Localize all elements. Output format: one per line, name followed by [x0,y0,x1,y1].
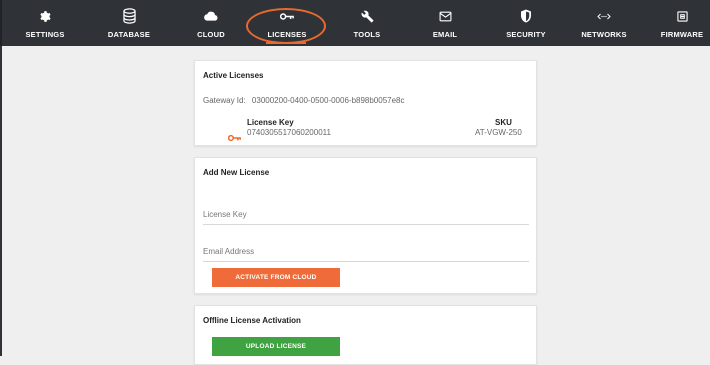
sku-value: AT-VGW-250 [475,128,522,137]
add-license-card: Add New License License Key Email Addres… [194,157,537,294]
nav-firmware-label: FIRMWARE [660,30,704,39]
offline-activation-title: Offline License Activation [203,316,301,325]
nav-security[interactable]: SECURITY [494,0,558,46]
nav-firmware[interactable]: FIRMWARE [652,0,710,46]
gear-icon [39,5,52,27]
nav-email-label: EMAIL [432,30,458,39]
nav-settings-label: SETTINGS [25,30,65,39]
nav-cloud[interactable]: CLOUD [182,0,240,46]
add-license-title: Add New License [203,168,270,177]
wrench-icon [361,5,374,27]
license-key-value: 0740305517060200011 [247,128,331,137]
gateway-id-row: Gateway Id: 03000200-0400-0500-0006-b898… [203,96,405,105]
offline-activation-card: Offline License Activation UPLOAD LICENS… [194,305,537,365]
left-edge-rule [0,46,2,356]
activate-from-cloud-button[interactable]: ACTIVATE FROM CLOUD [212,268,340,287]
email-icon [439,5,452,27]
nav-database[interactable]: DATABASE [100,0,158,46]
nav-email[interactable]: EMAIL [416,0,474,46]
key-icon [279,5,295,27]
nav-security-label: SECURITY [506,30,546,39]
nav-cloud-label: CLOUD [197,30,225,39]
upload-license-button[interactable]: UPLOAD LICENSE [212,337,340,356]
active-licenses-title: Active Licenses [203,71,264,80]
email-address-placeholder: Email Address [203,247,255,256]
cloud-icon [204,5,218,27]
license-key-header: License Key [247,118,294,127]
gateway-id-value: 03000200-0400-0500-0006-b898b0057e8c [251,96,405,105]
nav-database-label: DATABASE [107,30,151,39]
nav-networks[interactable]: NETWORKS [572,0,636,46]
top-nav-bar: SETTINGS DATABASE CLOUD LICENSES TOOLS E… [0,0,710,46]
nav-licenses[interactable]: LICENSES [258,0,316,46]
license-key-input[interactable]: License Key [203,208,529,225]
nav-tools-label: TOOLS [353,30,381,39]
database-icon [122,5,137,27]
shield-icon [520,5,532,27]
active-licenses-card: Active Licenses Gateway Id: 03000200-040… [194,60,537,146]
network-icon [597,5,611,27]
gateway-id-label: Gateway Id: [203,96,246,105]
sku-header: SKU [495,118,512,127]
email-address-input[interactable]: Email Address [203,245,529,262]
nav-licenses-label: LICENSES [267,30,307,39]
nav-networks-label: NETWORKS [581,30,627,39]
license-key-placeholder: License Key [203,210,247,219]
nav-settings[interactable]: SETTINGS [16,0,74,46]
chip-icon [676,5,688,27]
license-key-icon [227,129,242,147]
nav-tools[interactable]: TOOLS [338,0,396,46]
